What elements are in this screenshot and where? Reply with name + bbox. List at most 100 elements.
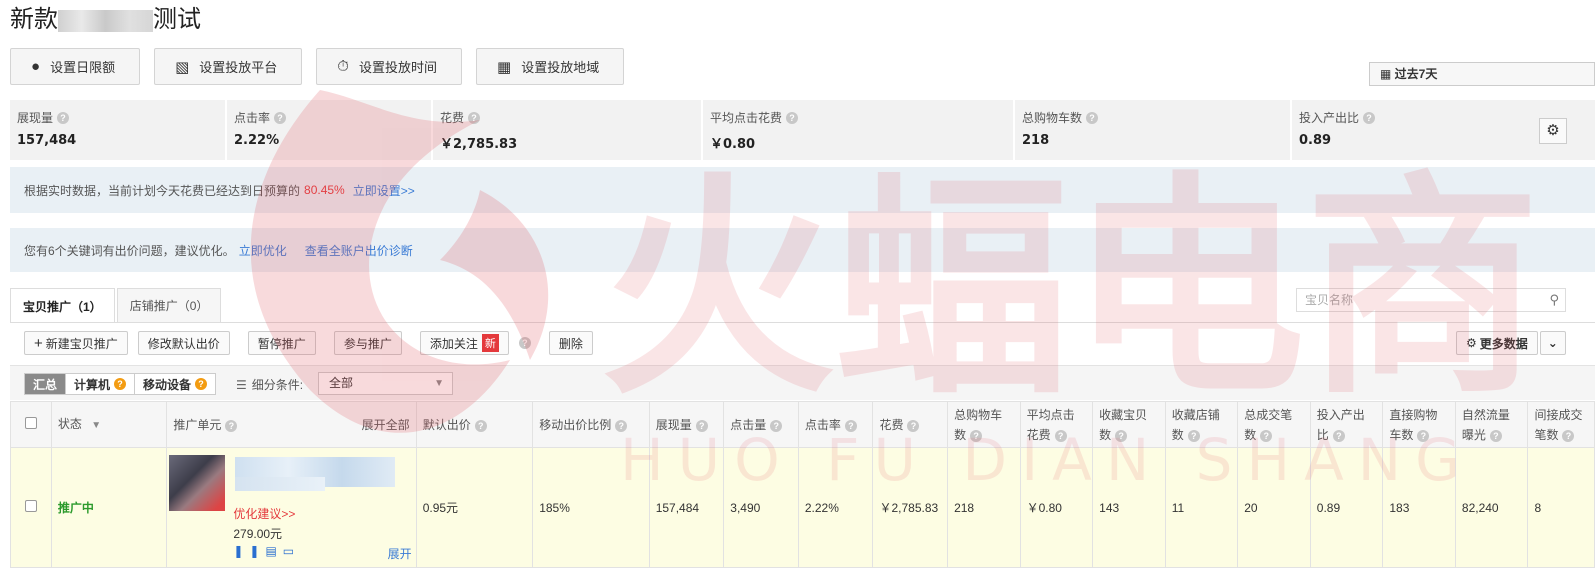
stat-label: 展现量 bbox=[17, 111, 54, 125]
col-cost[interactable]: 花费? bbox=[872, 401, 949, 448]
optimize-now-link[interactable]: 立即优化 bbox=[239, 242, 287, 259]
date-range-select[interactable]: ▦ 过去7天 bbox=[1369, 62, 1595, 86]
col-orders[interactable]: 总成交笔数? bbox=[1237, 401, 1311, 448]
segment-mobile[interactable]: 移动设备? bbox=[135, 374, 216, 394]
col-roi[interactable]: 投入产出比? bbox=[1309, 401, 1384, 448]
col-cpc[interactable]: 平均点击花费? bbox=[1019, 401, 1094, 448]
help-icon[interactable]: ? bbox=[1115, 429, 1128, 442]
help-icon[interactable]: ? bbox=[970, 429, 983, 442]
join-promotion-button[interactable]: 参与推广 bbox=[333, 331, 402, 355]
more-data-button[interactable]: ⚙ 更多数据 bbox=[1456, 331, 1538, 355]
set-now-link[interactable]: 立即设置>> bbox=[353, 182, 415, 199]
search-input[interactable]: 宝贝名称 ⚲ bbox=[1296, 288, 1566, 312]
modify-default-bid-button[interactable]: 修改默认出价 bbox=[137, 331, 230, 355]
help-icon[interactable]: ? bbox=[770, 419, 783, 432]
header-label: 点击率 bbox=[804, 417, 841, 432]
segment-summary[interactable]: 汇总 bbox=[25, 374, 67, 394]
chevron-down-icon[interactable]: ⌄ bbox=[1539, 331, 1566, 355]
help-icon[interactable]: ? bbox=[518, 337, 531, 349]
bid-notice: 您有6个关键词有出价问题，建议优化。 立即优化 查看全账户出价诊断 bbox=[10, 228, 1595, 272]
help-icon[interactable]: ? bbox=[1417, 429, 1430, 442]
blurred-title-segment bbox=[58, 9, 153, 32]
action-toolbar: + 新建宝贝推广 修改默认出价 暂停推广 参与推广 添加关注新 ? 删除 bbox=[24, 331, 593, 355]
device-segment: 汇总 计算机? 移动设备? bbox=[24, 373, 217, 395]
unit-action-icons: ❚❚▤▭ bbox=[233, 544, 300, 558]
pause-promotion-button[interactable]: 暂停推广 bbox=[247, 331, 316, 355]
help-icon[interactable]: ? bbox=[844, 419, 857, 432]
new-item-promotion-button[interactable]: + 新建宝贝推广 bbox=[24, 331, 128, 355]
default-bid-cell[interactable]: 0.95元 bbox=[415, 447, 534, 568]
help-icon[interactable]: ? bbox=[1489, 429, 1502, 442]
search-icon[interactable]: ⚲ bbox=[1549, 289, 1559, 311]
help-icon[interactable]: ? bbox=[786, 111, 799, 124]
help-icon[interactable]: ? bbox=[1086, 111, 1099, 124]
stat-cart: 总购物车数? 218 bbox=[1015, 100, 1292, 160]
breakdown-select[interactable]: 全部 ▼ bbox=[318, 372, 453, 395]
new-badge: 新 bbox=[481, 334, 499, 352]
caret-down-icon[interactable]: ▼ bbox=[91, 420, 101, 431]
set-platform-button[interactable]: ▧ 设置投放平台 bbox=[154, 48, 303, 85]
header-label: 推广单元 bbox=[173, 417, 222, 432]
segment-label: 汇总 bbox=[33, 377, 58, 392]
more-data-group: ⚙ 更多数据 ⌄ bbox=[1456, 331, 1566, 355]
col-ctr[interactable]: 点击率? bbox=[797, 401, 874, 448]
tab-item-promotion[interactable]: 宝贝推广（1） bbox=[10, 288, 115, 323]
help-icon[interactable]: ? bbox=[1260, 429, 1273, 442]
help-icon[interactable]: ? bbox=[274, 111, 287, 124]
header-label: 自然流量曝光 bbox=[1461, 407, 1510, 442]
pause-icon[interactable]: ❚❚ bbox=[233, 544, 265, 558]
promotion-table: 状态 ▼ 推广单元? 展开全部 默认出价? 移动出价比例? 展现量? 点击量? 点… bbox=[10, 401, 1595, 568]
help-icon[interactable]: ? bbox=[1054, 429, 1067, 442]
delete-button[interactable]: 删除 bbox=[548, 331, 593, 355]
help-icon[interactable]: ? bbox=[474, 419, 487, 432]
help-icon[interactable]: ? bbox=[57, 111, 70, 124]
expand-link[interactable]: 展开 bbox=[388, 545, 412, 562]
expand-all-link[interactable]: 展开全部 bbox=[362, 415, 410, 435]
help-icon[interactable]: ? bbox=[225, 419, 238, 432]
stat-ctr: 点击率? 2.22% bbox=[227, 100, 433, 160]
col-unit: 推广单元? 展开全部 bbox=[166, 401, 417, 448]
trash-icon[interactable]: ▭ bbox=[283, 544, 300, 558]
help-icon[interactable]: ? bbox=[1562, 429, 1575, 442]
select-all-checkbox[interactable] bbox=[24, 416, 37, 429]
set-platform-label: 设置投放平台 bbox=[199, 60, 278, 75]
col-indirect-orders[interactable]: 间接成交笔数? bbox=[1527, 401, 1595, 448]
col-status[interactable]: 状态 ▼ bbox=[50, 401, 168, 448]
col-clicks[interactable]: 点击量? bbox=[723, 401, 799, 448]
col-fav-shop[interactable]: 收藏店铺数? bbox=[1164, 401, 1239, 448]
col-cart[interactable]: 总购物车数? bbox=[947, 401, 1021, 448]
col-fav-item[interactable]: 收藏宝贝数? bbox=[1092, 401, 1166, 448]
col-impressions[interactable]: 展现量? bbox=[648, 401, 725, 448]
bid-diagnosis-link[interactable]: 查看全账户出价诊断 bbox=[305, 242, 413, 259]
header-label: 花费 bbox=[879, 417, 904, 432]
optimize-suggestion-link[interactable]: 优化建议>> bbox=[233, 505, 295, 522]
set-region-button[interactable]: ▦ 设置投放地域 bbox=[476, 48, 625, 85]
product-thumbnail[interactable] bbox=[169, 454, 226, 511]
segment-computer[interactable]: 计算机? bbox=[66, 374, 136, 394]
help-icon[interactable]: ? bbox=[615, 419, 628, 432]
search-placeholder: 宝贝名称 bbox=[1305, 293, 1354, 307]
stat-cpc: 平均点击花费? ￥0.80 bbox=[703, 100, 1015, 160]
gear-icon[interactable]: ⚙ bbox=[1539, 118, 1567, 144]
help-icon[interactable]: ? bbox=[907, 419, 920, 432]
add-follow-button[interactable]: 添加关注新 bbox=[419, 331, 509, 355]
help-icon[interactable]: ? bbox=[1187, 429, 1200, 442]
col-direct-cart[interactable]: 直接购物车数? bbox=[1382, 401, 1456, 448]
set-time-label: 设置投放时间 bbox=[358, 60, 437, 75]
segment-label: 计算机 bbox=[74, 377, 111, 392]
stat-cost: 花费? ￥2,785.83 bbox=[433, 100, 703, 160]
set-daily-limit-button[interactable]: ● 设置日限额 bbox=[10, 48, 141, 85]
report-icon[interactable]: ▤ bbox=[265, 544, 282, 558]
help-icon[interactable]: ? bbox=[1363, 111, 1376, 124]
help-icon[interactable]: ? bbox=[695, 419, 708, 432]
header-label: 间接成交笔数 bbox=[1534, 407, 1583, 442]
help-icon[interactable]: ? bbox=[1332, 429, 1345, 442]
col-natural-exposure[interactable]: 自然流量曝光? bbox=[1454, 401, 1529, 448]
tab-shop-promotion[interactable]: 店铺推广（0） bbox=[116, 288, 222, 322]
clicks-cell: 3,490 bbox=[723, 447, 799, 568]
help-icon[interactable]: ? bbox=[468, 111, 481, 124]
set-time-button[interactable]: ⏱ 设置投放时间 bbox=[316, 48, 462, 85]
stat-value: 0.89 bbox=[1299, 133, 1332, 148]
row-checkbox[interactable] bbox=[24, 500, 37, 512]
date-range-label: 过去7天 bbox=[1394, 67, 1438, 81]
